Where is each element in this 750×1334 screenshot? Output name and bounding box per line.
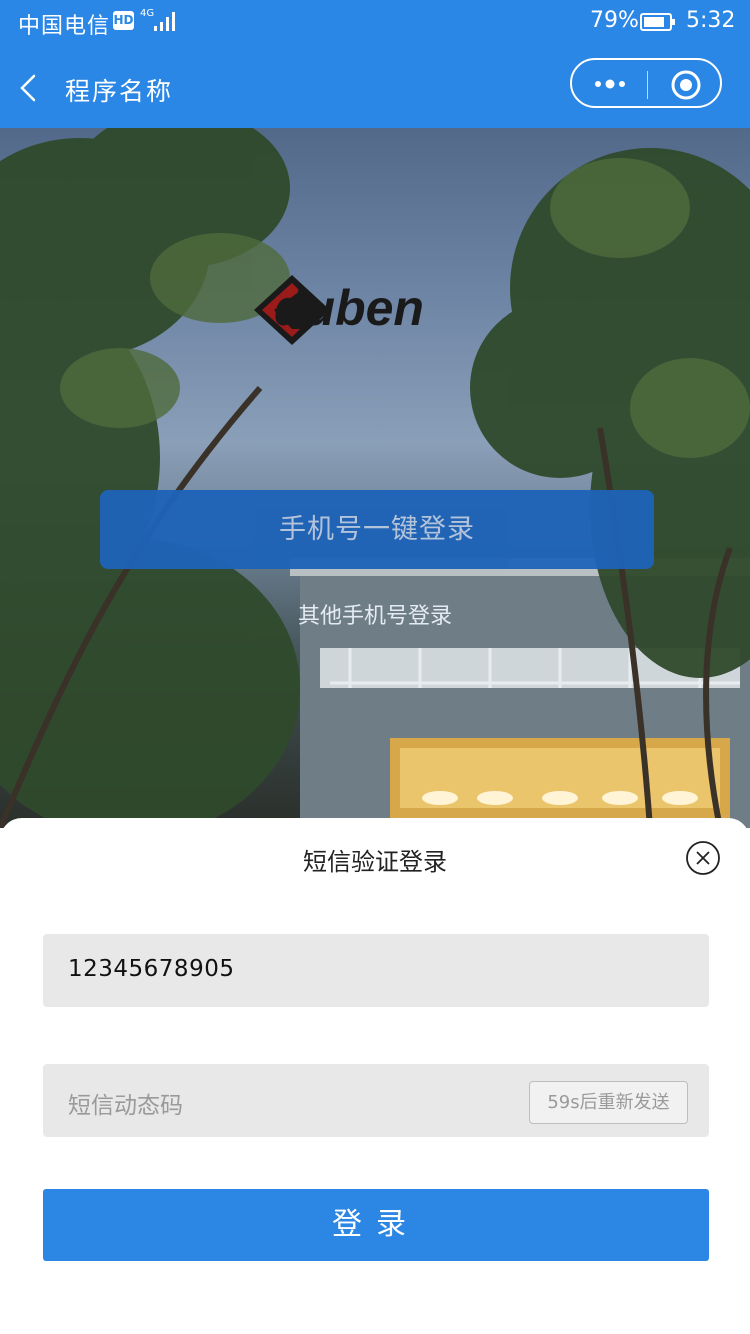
battery-percent: 79%	[590, 8, 639, 33]
scenery-illustration	[0, 128, 750, 828]
hd-badge: HD	[113, 11, 134, 30]
signal-icon	[154, 12, 175, 31]
logo-wordmark: duben	[274, 280, 424, 336]
resend-code-button[interactable]: 59s后重新发送	[529, 1081, 688, 1124]
hero-background: duben 手机号一键登录 其他手机号登录	[0, 128, 750, 828]
status-bar: 中国电信 HD 4G 79% 5:32	[0, 0, 750, 46]
sms-login-sheet: 短信验证登录 12345678905 短信动态码 59s后重新发送 登录	[0, 818, 750, 1334]
page-title: 程序名称	[65, 77, 174, 106]
chevron-left-icon[interactable]	[14, 68, 44, 108]
login-button[interactable]: 登录	[43, 1189, 709, 1261]
battery-icon	[640, 13, 675, 31]
close-circle-icon[interactable]	[685, 840, 721, 876]
nav-bar: 程序名称	[0, 50, 750, 128]
other-phone-login-link[interactable]: 其他手机号登录	[0, 598, 750, 630]
onekey-login-button[interactable]: 手机号一键登录	[100, 490, 654, 569]
more-dots-icon[interactable]	[592, 70, 628, 98]
clock: 5:32	[686, 8, 736, 33]
duben-logo: duben	[254, 275, 424, 345]
target-circle-icon[interactable]	[670, 69, 702, 101]
phone-input-value: 12345678905	[68, 956, 235, 982]
mini-program-capsule	[570, 58, 722, 108]
sms-code-input[interactable]: 短信动态码 59s后重新发送	[43, 1064, 709, 1137]
header: 中国电信 HD 4G 79% 5:32 程序名称	[0, 0, 750, 128]
sheet-title: 短信验证登录	[303, 848, 447, 876]
phone-input[interactable]: 12345678905	[43, 934, 709, 1007]
carrier-label: 中国电信	[18, 14, 111, 39]
capsule-divider	[647, 71, 648, 99]
sms-code-placeholder: 短信动态码	[68, 1093, 183, 1119]
